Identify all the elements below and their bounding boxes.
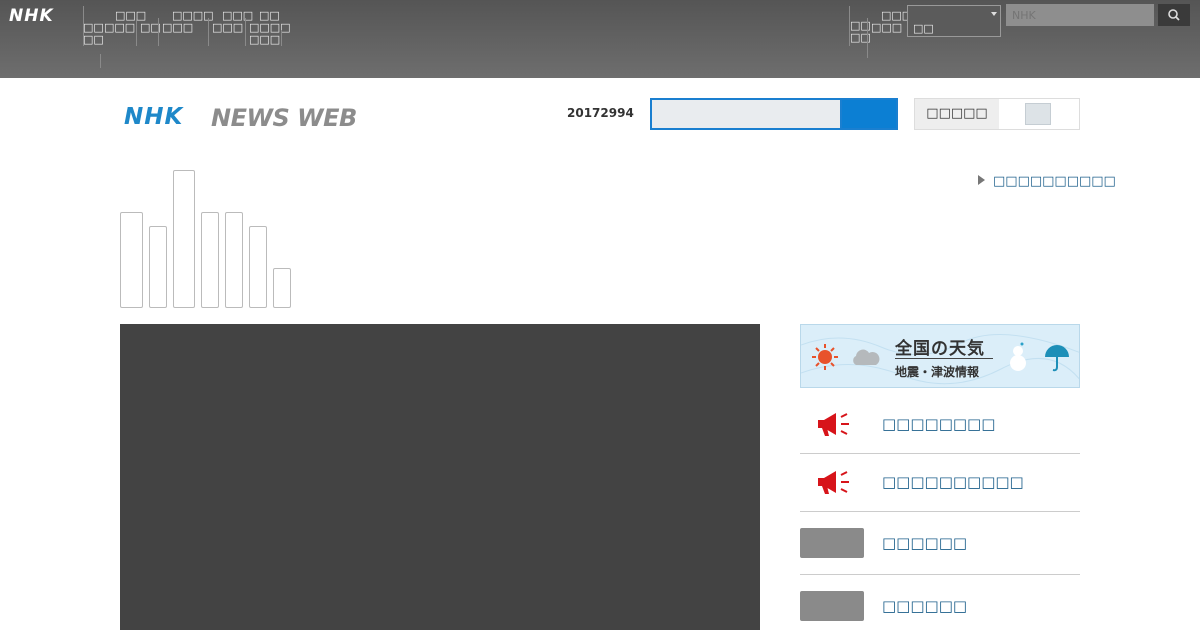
right-list-label: □□□□□□□□ bbox=[882, 415, 996, 433]
placeholder-bar bbox=[173, 170, 195, 308]
nav-divider bbox=[867, 18, 868, 58]
site-search-button[interactable] bbox=[842, 100, 896, 128]
right-list-label: □□□□□□□□□□ bbox=[882, 473, 1024, 491]
nav-divider bbox=[281, 30, 282, 46]
brand-news-web: NEWS WEB bbox=[211, 104, 357, 132]
toggle-label: □□□□□ bbox=[915, 99, 999, 129]
cloud-icon bbox=[853, 349, 880, 365]
umbrella-icon bbox=[1045, 345, 1069, 372]
nav-divider bbox=[208, 18, 209, 46]
nhk-logo[interactable]: NHK bbox=[9, 6, 54, 26]
nav-divider bbox=[100, 54, 101, 68]
right-list-item[interactable]: □□□□□□ bbox=[800, 512, 1080, 575]
toggle-switch[interactable] bbox=[1025, 103, 1051, 125]
site-search bbox=[650, 98, 898, 130]
global-search-button[interactable] bbox=[1158, 4, 1190, 26]
snowman-icon bbox=[1010, 342, 1026, 371]
nav-divider bbox=[245, 18, 246, 46]
brand-nhk: NHK bbox=[124, 104, 184, 130]
global-search-input[interactable] bbox=[1006, 4, 1154, 26]
thumbnail bbox=[800, 591, 864, 621]
thumbnail bbox=[800, 528, 864, 558]
placeholder-bar bbox=[201, 212, 219, 308]
top-right-link[interactable]: □□□□□□□□□□ bbox=[978, 174, 1116, 189]
region-select[interactable]: □□ bbox=[907, 5, 1001, 37]
chevron-down-icon bbox=[991, 12, 997, 16]
placeholder-bar bbox=[225, 212, 243, 308]
weather-banner-title: 全国の天気 bbox=[895, 339, 985, 359]
weather-banner[interactable]: 全国の天気 地震・津波情報 bbox=[800, 324, 1080, 388]
weather-banner-subtitle: 地震・津波情報 bbox=[895, 365, 980, 379]
right-list-item[interactable]: □□□□□□□□□□ bbox=[800, 454, 1080, 512]
site-search-input[interactable] bbox=[652, 100, 840, 128]
nav-divider bbox=[158, 18, 159, 46]
megaphone-icon bbox=[818, 413, 849, 436]
search-icon bbox=[1168, 9, 1180, 21]
triangle-right-icon bbox=[978, 175, 985, 185]
global-nav-item-4[interactable]: □□□□ □□□ bbox=[162, 10, 214, 34]
global-nav-item-1[interactable]: □□ □□ bbox=[83, 22, 104, 46]
global-nav-right-item-2[interactable]: □□□ □□□ bbox=[871, 10, 912, 34]
megaphone-icon bbox=[818, 471, 849, 494]
global-nav-bar: NHK □□ □□ □□□ □□□ □□ □□□□ □□□ □□□ □□□ □□… bbox=[0, 0, 1200, 78]
region-select-value: □□ bbox=[913, 22, 934, 35]
placeholder-bar bbox=[249, 226, 267, 308]
sun-icon bbox=[812, 344, 838, 370]
weather-banner-divider bbox=[895, 358, 993, 359]
placeholder-bar bbox=[149, 226, 167, 308]
global-nav-item-6[interactable]: □□ □□□□ □□□ bbox=[249, 10, 291, 46]
header-date: 20172994 bbox=[567, 106, 634, 120]
nav-divider bbox=[136, 18, 137, 46]
display-toggle[interactable]: □□□□□ bbox=[914, 98, 1080, 130]
right-list-item[interactable]: □□□□□□□□ bbox=[800, 396, 1080, 454]
placeholder-bar bbox=[120, 212, 143, 308]
main-video-player[interactable] bbox=[120, 324, 760, 630]
right-list-label: □□□□□□ bbox=[882, 534, 968, 552]
top-right-link-label: □□□□□□□□□□ bbox=[993, 174, 1116, 189]
right-list-label: □□□□□□ bbox=[882, 597, 968, 615]
right-list-item[interactable]: □□□□□□ bbox=[800, 575, 1080, 638]
placeholder-bar bbox=[273, 268, 291, 308]
global-nav-item-5[interactable]: □□□ □□□ bbox=[212, 10, 253, 34]
